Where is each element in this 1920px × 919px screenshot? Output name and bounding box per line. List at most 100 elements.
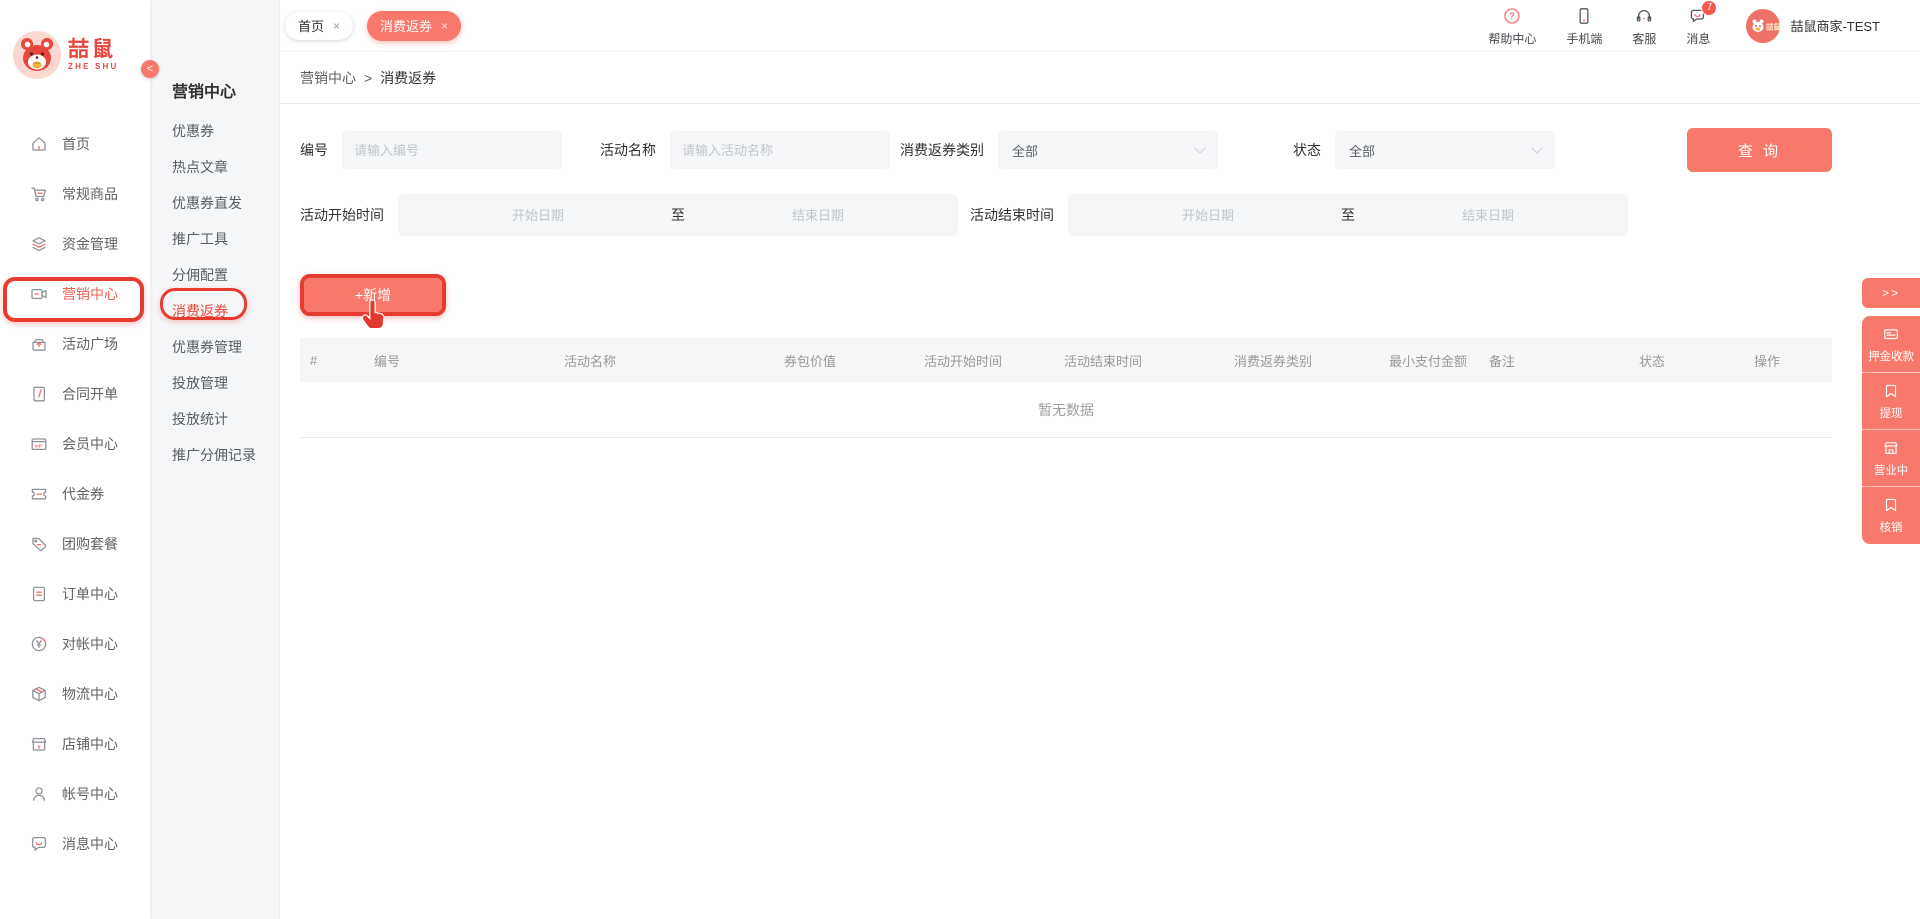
rail-button-label: 押金收款 <box>1868 350 1914 363</box>
message-center-icon <box>28 833 50 855</box>
sidebar-item-voucher[interactable]: 代金券 <box>0 469 150 519</box>
sidebar-item-funds[interactable]: 资金管理 <box>0 219 150 269</box>
sidebar-item-message-center[interactable]: 消息中心 <box>0 819 150 869</box>
column-header-actions: 操作 <box>1754 353 1781 369</box>
mobile-label: 手机端 <box>1566 31 1603 46</box>
column-header-no: 编号 <box>374 353 401 369</box>
svg-text:喆鼠: 喆鼠 <box>1766 21 1780 31</box>
rail-expand-button[interactable]: >> <box>1862 278 1920 308</box>
business-status-button[interactable]: 营业中 <box>1862 430 1920 487</box>
sidebar-item-label: 活动广场 <box>62 336 118 352</box>
messages-button[interactable]: 7 消息 <box>1686 0 1718 47</box>
verify-writeoff-button[interactable]: 核销 <box>1862 487 1920 544</box>
sidebar-item-label: 营销中心 <box>62 286 118 302</box>
end-date-input[interactable] <box>713 207 923 223</box>
submenu-item-coupon[interactable]: 优惠券 <box>150 113 279 149</box>
card-icon <box>1882 325 1900 343</box>
status-label: 状态 <box>1293 142 1321 158</box>
end-time-label: 活动结束时间 <box>970 207 1054 223</box>
start-time-range-picker[interactable]: 至 <box>398 194 958 236</box>
close-icon[interactable]: × <box>333 19 340 33</box>
sidebar-item-member[interactable]: VIP 会员中心 <box>0 419 150 469</box>
submenu-item-commission-records[interactable]: 推广分佣记录 <box>150 437 279 473</box>
column-header-min-payment: 最小支付金额 <box>1389 353 1468 369</box>
sidebar-item-label: 常规商品 <box>62 186 118 202</box>
end-time-range-picker[interactable]: 至 <box>1068 194 1628 236</box>
rebate-type-label: 消费返券类别 <box>900 142 984 158</box>
customer-service-button[interactable]: 客服 <box>1632 5 1656 47</box>
sidebar-item-store[interactable]: 店铺中心 <box>0 719 150 769</box>
cart-icon <box>28 183 50 205</box>
submenu-item-commission-config[interactable]: 分佣配置 <box>150 257 279 293</box>
reconcile-yen-icon <box>28 633 50 655</box>
sidebar-item-label: 团购套餐 <box>62 536 118 552</box>
add-new-button[interactable]: +新增 <box>304 278 442 312</box>
start-date-input[interactable] <box>1103 207 1313 223</box>
help-center-button[interactable]: ? 帮助中心 <box>1488 5 1536 47</box>
activity-name-input[interactable] <box>670 131 890 169</box>
sidebar-item-orders[interactable]: 订单中心 <box>0 569 150 619</box>
deposit-collect-button[interactable]: 押金收款 <box>1862 316 1920 373</box>
sidebar-item-home[interactable]: 首页 <box>0 119 150 169</box>
marketing-icon <box>28 283 50 305</box>
submenu-item-hot-articles[interactable]: 热点文章 <box>150 149 279 185</box>
submenu-item-consume-rebate[interactable]: 消费返券 <box>150 293 279 329</box>
rail-button-group: 押金收款 提现 营业中 核销 <box>1862 316 1920 544</box>
tab-home[interactable]: 首页 × <box>285 11 354 40</box>
table-header-row: # 编号 活动名称 券包价值 活动开始时间 活动结束时间 消费返券类别 最小支付… <box>300 338 1832 382</box>
logistics-box-icon <box>28 683 50 705</box>
svg-text:VIP: VIP <box>34 443 43 449</box>
sidebar-item-marketing[interactable]: 营销中心 <box>0 269 150 319</box>
sidebar-item-reconcile[interactable]: 对帐中心 <box>0 619 150 669</box>
sidebar-item-label: 合同开单 <box>62 386 118 402</box>
rebate-type-select[interactable]: 全部 <box>998 131 1218 169</box>
tab-consume-rebate[interactable]: 消费返券 × <box>367 10 462 41</box>
search-button[interactable]: 查 询 <box>1687 128 1832 172</box>
sidebar-item-label: 店铺中心 <box>62 736 118 752</box>
no-input[interactable] <box>342 131 562 169</box>
rebate-type-value: 全部 <box>1012 143 1039 159</box>
column-header-activity-name: 活动名称 <box>564 353 617 369</box>
mobile-app-button[interactable]: 手机端 <box>1566 5 1602 47</box>
breadcrumb-separator: > <box>364 69 373 86</box>
breadcrumb-parent[interactable]: 营销中心 <box>300 68 356 88</box>
right-rail: >> 押金收款 提现 营业中 核销 <box>1862 278 1920 544</box>
end-date-input[interactable] <box>1383 207 1593 223</box>
message-count-badge: 7 <box>1701 0 1718 16</box>
close-icon[interactable]: × <box>441 19 448 33</box>
date-range-to: 至 <box>1341 207 1355 223</box>
submenu-item-delivery-stats[interactable]: 投放统计 <box>150 401 279 437</box>
submenu-item-coupon-manage[interactable]: 优惠券管理 <box>150 329 279 365</box>
sidebar-item-logistics[interactable]: 物流中心 <box>0 669 150 719</box>
sidebar-item-label: 资金管理 <box>62 236 118 252</box>
groupbuy-tag-icon <box>28 533 50 555</box>
column-header-index: # <box>310 352 318 368</box>
withdraw-button[interactable]: 提现 <box>1862 373 1920 430</box>
sidebar-item-label: 物流中心 <box>62 686 118 702</box>
topbar-right: ? 帮助中心 手机端 客服 7 消息 喆鼠 喆鼠商家-TEST <box>1488 0 1880 47</box>
status-select[interactable]: 全部 <box>1335 131 1555 169</box>
column-header-rebate-type: 消费返券类别 <box>1234 353 1313 369</box>
main-area: 首页 × 消费返券 × ? 帮助中心 手机端 客服 7 消息 喆鼠 喆鼠商家-T… <box>280 0 1920 919</box>
start-time-label: 活动开始时间 <box>300 207 384 223</box>
sidebar-item-account[interactable]: 帐号中心 <box>0 769 150 819</box>
column-header-coupon-value: 券包价值 <box>784 353 837 369</box>
breadcrumb: 营销中心 > 消费返券 <box>280 52 1920 104</box>
help-icon: ? <box>1501 5 1523 27</box>
tab-label: 消费返券 <box>380 19 433 34</box>
sidebar-item-label: 消息中心 <box>62 836 118 852</box>
sidebar-item-groupbuy[interactable]: 团购套餐 <box>0 519 150 569</box>
submenu-item-coupon-direct[interactable]: 优惠券直发 <box>150 185 279 221</box>
contract-icon <box>28 383 50 405</box>
chevron-down-icon <box>1194 142 1206 154</box>
sidebar-item-contract[interactable]: 合同开单 <box>0 369 150 419</box>
sidebar-item-activity[interactable]: 活动广场 <box>0 319 150 369</box>
sidebar-collapse-button[interactable]: < <box>141 60 159 78</box>
sidebar-item-products[interactable]: 常规商品 <box>0 169 150 219</box>
table-empty-state: 暂无数据 <box>300 382 1832 438</box>
submenu-item-delivery-manage[interactable]: 投放管理 <box>150 365 279 401</box>
start-date-input[interactable] <box>433 207 643 223</box>
submenu-item-promo-tools[interactable]: 推广工具 <box>150 221 279 257</box>
store-icon <box>28 733 50 755</box>
user-menu[interactable]: 喆鼠 喆鼠商家-TEST <box>1746 8 1880 43</box>
